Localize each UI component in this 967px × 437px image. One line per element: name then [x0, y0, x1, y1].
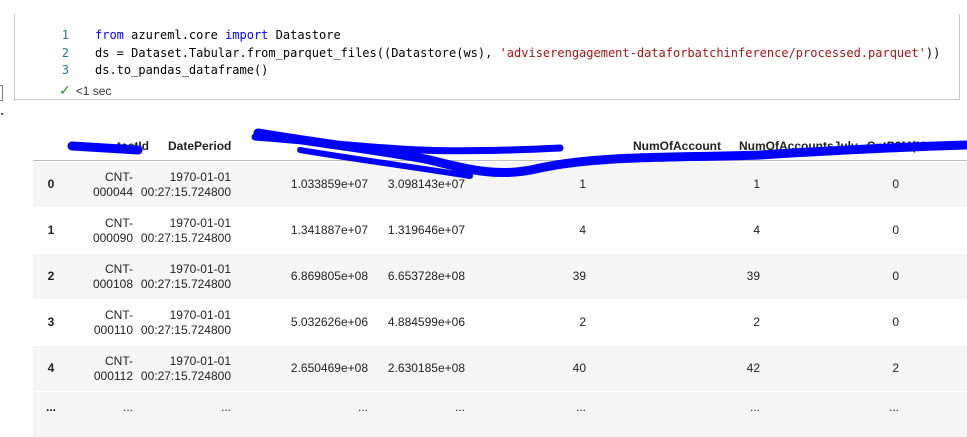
value-col7: 0 — [892, 223, 899, 237]
code-editor[interactable]: 1 from azureml.core import Datastore 2 ds =… — [15, 27, 941, 80]
table-header-row: ...tactId DatePeriod NumOfAccount NumOfA… — [33, 130, 967, 161]
value-col6: 2 — [753, 315, 760, 329]
contactid-part1: CNT- — [105, 308, 133, 322]
table-row: 1 CNT- 000090 1970-01-01 00:27:15.724800 1.34… — [33, 208, 967, 253]
value-col5: 40 — [572, 361, 586, 375]
line-number: 1 — [61, 28, 69, 42]
contactid-part2: 000112 — [93, 369, 133, 383]
value-col5: 39 — [572, 269, 586, 283]
dateperiod-time: 00:27:15.724800 — [140, 231, 231, 245]
value-col6: 42 — [746, 361, 760, 375]
contactid-part1: CNT- — [105, 354, 133, 368]
contactid-part1: CNT- — [105, 216, 133, 230]
value-col7: 0 — [892, 315, 899, 329]
value-col3: 1.033859e+07 — [290, 177, 368, 191]
code-token: )) — [925, 45, 941, 60]
execution-time: <1 sec — [75, 83, 112, 98]
contactid-part1: CNT- — [105, 262, 133, 276]
value-col3: 1.341887e+07 — [290, 223, 368, 237]
code-token: ds = Dataset.Tabular.from_parquet_files(… — [95, 45, 500, 60]
value-col3: 5.032626e+06 — [290, 315, 368, 329]
value-col7: 0 — [892, 269, 899, 283]
cell-collapse-bracket[interactable] — [0, 85, 3, 101]
header-num-of-account: NumOfAccount — [633, 139, 721, 153]
table-row: 0 CNT- 000044 1970-01-01 00:27:15.724800 1.03… — [33, 162, 967, 207]
value-col7: 2 — [892, 361, 899, 375]
row-index: 2 — [47, 269, 55, 283]
value-col5: 2 — [579, 315, 586, 329]
cell-marker-dot — [1, 113, 3, 115]
value-col6: 1 — [753, 177, 760, 191]
table-row-ellipsis: ........................ — [33, 392, 967, 437]
contactid-part2: 000110 — [93, 323, 133, 337]
value-col4: 3.098143e+07 — [387, 177, 465, 191]
code-line: 1 from azureml.core import Datastore — [15, 27, 940, 45]
dateperiod-date: 1970-01-01 — [169, 354, 231, 368]
dateperiod-time: 00:27:15.724800 — [140, 185, 231, 199]
dateperiod-time: 00:27:15.724800 — [140, 323, 231, 337]
code-line: 2 ds = Dataset.Tabular.from_parquet_files… — [15, 45, 941, 63]
contactid-part2: 000108 — [92, 277, 133, 291]
checkmark-icon: ✓ — [59, 82, 71, 98]
value-col5: 1 — [579, 177, 586, 191]
header-dateperiod: DatePeriod — [168, 139, 232, 153]
line-number: 2 — [61, 45, 69, 60]
code-token: 'adviserengagement-dataforbatchinference… — [499, 45, 926, 60]
code-token: import — [225, 28, 269, 42]
value-col4: 6.653728e+08 — [387, 269, 465, 283]
code-token: ds.to_pandas_dataframe() — [95, 63, 269, 77]
dateperiod-time: 00:27:15.724800 — [140, 369, 231, 383]
header-num-of-accounts-cnt: NumOfAccountsJuly...CntP3M(M — [739, 139, 926, 153]
value-col4: 2.630185e+08 — [387, 361, 465, 375]
table-row: 2 CNT- 000108 1970-01-01 00:27:15.724800 6.86… — [33, 254, 967, 299]
value-col3: 6.869805e+08 — [290, 269, 368, 283]
value-col3: 2.650469e+08 — [290, 361, 368, 375]
code-token: Datastore — [268, 28, 341, 42]
contactid-part2: 000090 — [92, 231, 133, 245]
table-row: 4 CNT- 000112 1970-01-01 00:27:15.724800 2.65… — [33, 346, 967, 391]
value-col6: 4 — [753, 223, 760, 237]
row-index: 4 — [47, 361, 55, 375]
row-index: 0 — [47, 177, 55, 191]
code-line: 3 ds.to_pandas_dataframe() — [15, 62, 940, 80]
value-col4: 4.884599e+06 — [387, 315, 465, 329]
value-col5: 4 — [579, 223, 586, 237]
dateperiod-date: 1970-01-01 — [169, 170, 231, 184]
table-row: 3 CNT- 000110 1970-01-01 00:27:15.724800 5.03… — [33, 300, 967, 345]
dateperiod-date: 1970-01-01 — [169, 216, 231, 230]
dateperiod-time: 00:27:15.724800 — [140, 277, 231, 291]
dateperiod-date: 1970-01-01 — [169, 262, 231, 276]
dateperiod-date: 1970-01-01 — [169, 308, 231, 322]
value-col4: 1.319646e+07 — [387, 223, 465, 237]
execution-status: ✓ <1 sec — [59, 82, 111, 99]
code-cell[interactable]: 1 from azureml.core import Datastore 2 ds =… — [14, 14, 960, 100]
code-token: azureml.core — [123, 28, 226, 42]
code-token: from — [95, 28, 124, 42]
value-col6: 39 — [746, 269, 760, 283]
line-number: 3 — [61, 63, 69, 77]
header-contactid: ...tactId — [107, 139, 150, 153]
value-col7: 0 — [892, 177, 899, 191]
row-index: 1 — [47, 223, 55, 237]
row-index: 3 — [47, 315, 55, 329]
contactid-part2: 000044 — [92, 185, 133, 199]
contactid-part1: CNT- — [105, 170, 133, 184]
